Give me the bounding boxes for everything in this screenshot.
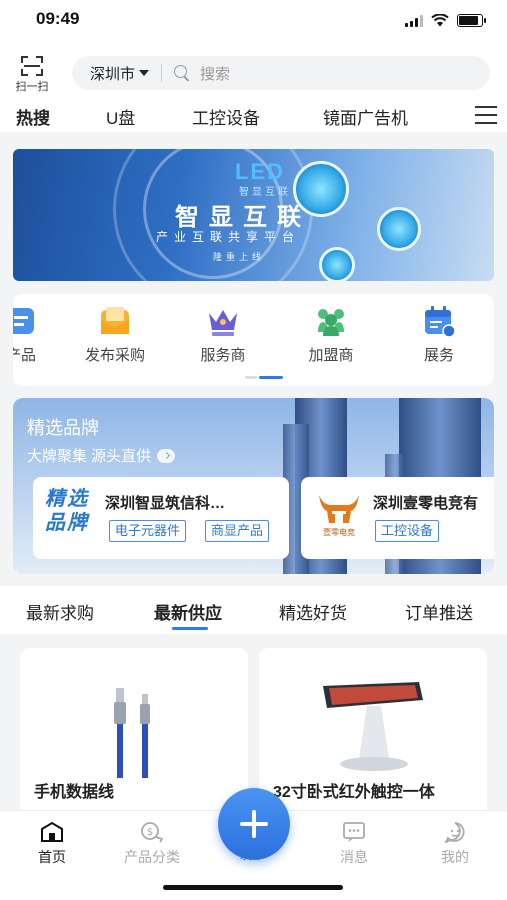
usb-cable-image	[114, 688, 150, 778]
tab-latest-supply[interactable]: 最新供应	[154, 599, 222, 624]
quick-entry-label: 加盟商	[308, 347, 354, 364]
tab-label: 消息	[340, 849, 368, 865]
search-input[interactable]: 搜索	[200, 63, 230, 84]
quick-entry-label: 展务	[423, 347, 454, 364]
brand-card[interactable]: 精选 品牌 深圳智显筑信科… 电子元器件 商显产品	[33, 477, 289, 559]
tab-label: 产品分类	[124, 849, 180, 865]
tab-profile[interactable]: 我的	[425, 821, 485, 867]
tab-selected-goods[interactable]: 精选好货	[279, 599, 347, 624]
banner-logo-sub: 智显互联	[239, 187, 291, 198]
home-indicator	[163, 885, 343, 890]
brand-name: 深圳壹零电竞有	[373, 495, 479, 512]
category-icon: $	[140, 821, 164, 843]
search-bar[interactable]: 深圳市 搜索	[72, 56, 490, 90]
tab-category[interactable]: $ 产品分类	[122, 821, 182, 867]
quick-entries: 产品 发布采购 服务商 加盟商 展务	[13, 294, 494, 386]
city-selector[interactable]: 深圳市	[72, 63, 150, 84]
divider	[161, 64, 163, 82]
tab-order-push[interactable]: 订单推送	[405, 599, 473, 624]
hot-nav-item-industrial[interactable]: 工控设备	[192, 104, 260, 129]
header: 扫一扫 深圳市 搜索	[0, 44, 507, 100]
chevron-right-icon	[157, 448, 176, 463]
brand-tag: 电子元器件	[109, 520, 187, 542]
quick-entry-label: 发布采购	[84, 347, 145, 364]
ox-logo-text: 壹零电竞	[323, 528, 355, 537]
tab-label: 我的	[441, 849, 469, 865]
hot-nav-item-usb[interactable]: U盘	[106, 104, 135, 129]
brand-card[interactable]: 壹零电竞 深圳壹零电竞有 工控设备	[301, 477, 494, 559]
profile-icon	[443, 821, 467, 844]
purchase-icon	[98, 304, 132, 338]
status-bar: 09:49	[0, 0, 507, 44]
publish-label: 发布	[240, 848, 265, 862]
page-indicator	[245, 376, 285, 379]
brand-section-title: 精选品牌	[27, 418, 99, 438]
product-card[interactable]: 32寸卧式红外触控一体	[259, 648, 487, 818]
scan-label: 扫一扫	[15, 81, 49, 93]
quick-entry-label: 服务商	[200, 347, 246, 364]
banner-tagline: 隆重上线	[213, 252, 266, 262]
product-title: 32寸卧式红外触控一体	[273, 784, 435, 801]
tab-latest-purchase[interactable]: 最新求购	[26, 599, 94, 624]
battery-icon	[457, 14, 486, 27]
brand-name: 深圳智显筑信科…	[105, 495, 226, 512]
scan-button[interactable]: 扫一扫	[12, 56, 52, 94]
active-tab-indicator	[172, 627, 208, 630]
featured-brands: 精选品牌 大牌聚集 源头直供 精选 品牌 深圳智显筑信科… 电子元器件 商显产品…	[13, 398, 494, 574]
tab-messages[interactable]: 消息	[324, 821, 384, 867]
quick-entry-exhibition[interactable]: 展务	[394, 304, 484, 365]
battery-level	[459, 16, 478, 25]
banner-title: 智显互联	[175, 204, 311, 231]
chevron-down-icon	[139, 70, 150, 76]
status-icons	[405, 14, 486, 27]
quick-entry-product[interactable]: 产品	[13, 304, 66, 365]
product-card[interactable]: 手机数据线	[20, 648, 248, 818]
brand-tag: 工控设备	[375, 520, 440, 542]
hot-nav-item-hot[interactable]: 热搜	[16, 104, 50, 129]
brand-tag: 商显产品	[205, 520, 270, 542]
product-icon	[13, 304, 38, 338]
search-icon	[174, 65, 190, 81]
group-icon	[314, 304, 348, 338]
quick-entry-purchase[interactable]: 发布采购	[70, 304, 160, 365]
banner-subtitle: 产业互联共享平台	[156, 230, 301, 244]
crown-icon	[206, 304, 240, 338]
ox-logo-icon: 壹零电竞	[315, 489, 363, 539]
brand-section-subtitle: 大牌聚集 源头直供	[27, 448, 152, 465]
quick-entry-franchise[interactable]: 加盟商	[286, 304, 376, 365]
tab-label: 首页	[38, 849, 66, 865]
product-title: 手机数据线	[34, 784, 115, 801]
promo-banner[interactable]: LED 智显互联 智显互联 产业互联共享平台 隆重上线	[13, 149, 494, 281]
wifi-icon	[431, 14, 449, 27]
scan-icon	[21, 56, 43, 76]
home-icon	[40, 821, 64, 843]
tab-home[interactable]: 首页	[22, 821, 82, 867]
feed-tabs: 最新求购 最新供应 精选好货 订单推送	[0, 586, 507, 634]
brand-logo: 精选 品牌	[45, 488, 89, 534]
brand-section-more[interactable]: 大牌聚集 源头直供	[27, 445, 176, 466]
status-time: 09:49	[36, 9, 80, 28]
calendar-icon	[422, 304, 456, 338]
quick-entry-label: 产品	[13, 347, 36, 364]
hot-search-nav: 热搜 U盘 工控设备 镜面广告机	[0, 100, 507, 132]
city-label: 深圳市	[90, 65, 136, 83]
banner-logo: LED	[235, 159, 285, 184]
svg-text:$: $	[147, 827, 153, 838]
message-icon	[342, 821, 366, 843]
signal-icon	[405, 14, 423, 27]
kiosk-image	[323, 682, 423, 771]
hot-nav-item-mirror-ad[interactable]: 镜面广告机	[323, 104, 408, 129]
quick-entry-service[interactable]: 服务商	[178, 304, 268, 365]
menu-icon[interactable]	[475, 106, 497, 124]
